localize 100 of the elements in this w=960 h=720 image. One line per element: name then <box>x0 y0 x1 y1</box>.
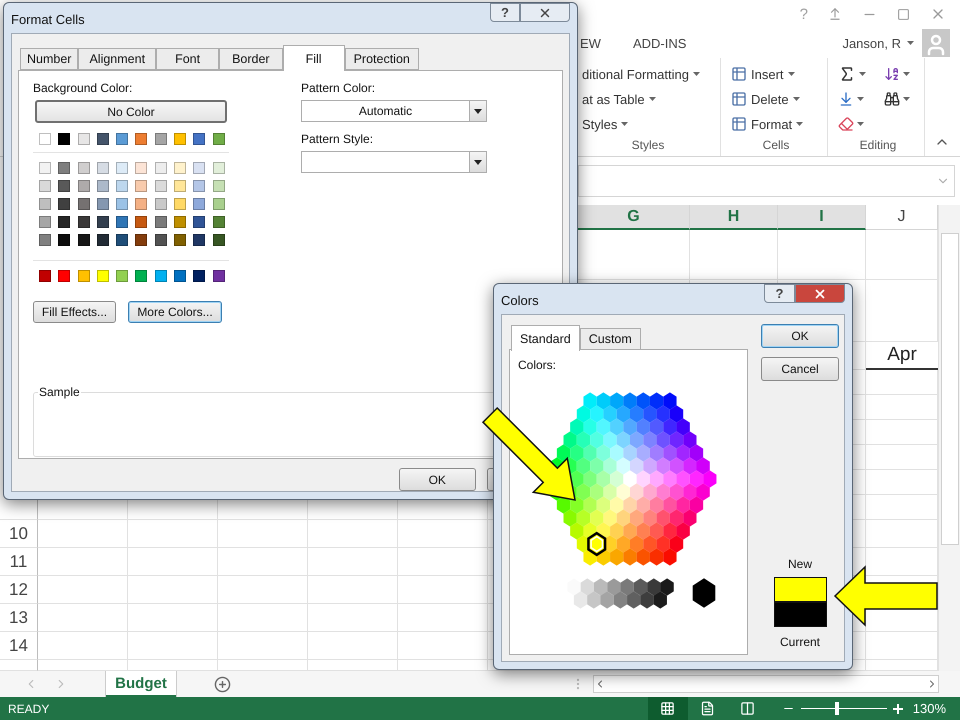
add-sheet-icon[interactable] <box>214 676 231 692</box>
color-swatch[interactable] <box>39 234 51 246</box>
color-swatch[interactable] <box>116 133 128 145</box>
color-swatch[interactable] <box>78 234 90 246</box>
dialog-tab[interactable]: Alignment <box>78 48 156 70</box>
ribbon-command[interactable]: ditional Formatting <box>582 62 714 86</box>
color-swatch[interactable] <box>212 270 225 282</box>
column-header[interactable]: I <box>778 205 866 230</box>
color-swatch[interactable] <box>154 180 167 192</box>
horizontal-scrollbar[interactable] <box>593 675 939 693</box>
color-swatch[interactable] <box>78 180 90 192</box>
help-button[interactable]: ? <box>764 284 795 303</box>
color-swatch[interactable] <box>193 162 206 174</box>
color-swatch[interactable] <box>39 270 51 282</box>
row-number[interactable]: 14 <box>0 632 38 660</box>
user-name[interactable]: Janson, R <box>842 36 901 50</box>
color-swatch[interactable] <box>78 133 90 145</box>
dialog-tab[interactable]: Fill <box>282 45 345 71</box>
color-swatch[interactable] <box>96 234 109 246</box>
color-swatch[interactable] <box>58 133 70 145</box>
color-swatch[interactable] <box>39 198 51 210</box>
no-color-button[interactable]: No Color <box>35 100 227 123</box>
color-swatch[interactable] <box>154 198 167 210</box>
color-swatch[interactable] <box>96 162 109 174</box>
color-swatch[interactable] <box>39 162 51 174</box>
row-number[interactable]: 12 <box>0 576 38 604</box>
color-swatch[interactable] <box>135 133 148 145</box>
color-swatch[interactable] <box>58 162 70 174</box>
color-swatch[interactable] <box>58 216 70 228</box>
zoom-level[interactable]: 130% <box>912 701 946 716</box>
color-swatch[interactable] <box>154 133 167 145</box>
color-swatch[interactable] <box>96 133 109 145</box>
color-swatch[interactable] <box>96 270 109 282</box>
ribbon-command[interactable]: at as Table <box>582 87 714 111</box>
color-swatch[interactable] <box>174 133 186 145</box>
sheet-tab[interactable]: Budget <box>106 671 176 697</box>
ribbon-tab[interactable]: ADD-INS <box>632 36 686 50</box>
vertical-scrollbar[interactable] <box>938 205 960 671</box>
dialog-tab[interactable]: Border <box>219 48 283 70</box>
color-swatch[interactable] <box>212 180 225 192</box>
color-swatch[interactable] <box>116 198 128 210</box>
ribbon-command[interactable]: Insert <box>731 62 821 86</box>
color-swatch[interactable] <box>174 270 186 282</box>
dialog-tab[interactable]: Font <box>156 48 220 70</box>
color-swatch[interactable] <box>135 216 148 228</box>
close-button[interactable] <box>520 3 570 22</box>
color-swatch[interactable] <box>174 198 186 210</box>
row-number[interactable]: 13 <box>0 604 38 632</box>
color-swatch[interactable] <box>116 270 128 282</box>
color-swatch[interactable] <box>58 198 70 210</box>
color-swatch[interactable] <box>154 162 167 174</box>
color-swatch[interactable] <box>78 270 90 282</box>
color-swatch[interactable] <box>174 180 186 192</box>
color-swatch[interactable] <box>212 133 225 145</box>
color-swatch[interactable] <box>78 216 90 228</box>
help-button[interactable]: ? <box>490 3 520 22</box>
color-swatch[interactable] <box>78 198 90 210</box>
ribbon-command[interactable]: Format <box>731 112 821 136</box>
color-swatch[interactable] <box>212 162 225 174</box>
color-swatch[interactable] <box>174 162 186 174</box>
color-swatch[interactable] <box>58 180 70 192</box>
color-swatch[interactable] <box>135 162 148 174</box>
row-number[interactable]: 10 <box>0 520 38 548</box>
color-swatch[interactable] <box>174 234 186 246</box>
pattern-color-dropdown[interactable]: Automatic <box>301 100 487 122</box>
dialog-button[interactable]: Cancel <box>761 357 839 381</box>
ribbon-tab[interactable]: EW <box>580 36 601 50</box>
color-swatch[interactable] <box>193 180 206 192</box>
color-swatch[interactable] <box>193 216 206 228</box>
color-swatch[interactable] <box>174 216 186 228</box>
close-button[interactable] <box>795 284 845 303</box>
color-swatch[interactable] <box>212 216 225 228</box>
color-swatch[interactable] <box>116 180 128 192</box>
column-header[interactable]: G <box>578 205 690 230</box>
color-swatch[interactable] <box>135 234 148 246</box>
color-swatch[interactable] <box>193 234 206 246</box>
color-swatch[interactable] <box>135 198 148 210</box>
color-swatch[interactable] <box>193 133 206 145</box>
color-swatch[interactable] <box>96 216 109 228</box>
color-swatch[interactable] <box>212 234 225 246</box>
maximize-icon[interactable] <box>897 8 910 20</box>
dialog-button[interactable]: Fill Effects... <box>33 301 116 323</box>
color-swatch[interactable] <box>154 216 167 228</box>
color-swatch[interactable] <box>135 180 148 192</box>
color-swatch[interactable] <box>96 198 109 210</box>
view-button[interactable] <box>648 697 688 720</box>
color-swatch[interactable] <box>58 234 70 246</box>
dialog-tab[interactable]: Custom <box>580 328 641 350</box>
ok-button[interactable]: OK <box>399 468 476 491</box>
dialog-tab[interactable]: Number <box>20 48 78 70</box>
color-swatch[interactable] <box>193 198 206 210</box>
ribbon-command[interactable]: Styles <box>582 112 714 136</box>
row-number[interactable]: 11 <box>0 548 38 576</box>
color-swatch[interactable] <box>39 216 51 228</box>
dialog-tab[interactable]: Protection <box>344 48 419 70</box>
dialog-button[interactable]: OK <box>761 324 839 348</box>
color-swatch[interactable] <box>193 270 206 282</box>
column-header[interactable]: H <box>690 205 778 230</box>
column-header[interactable]: J <box>866 205 938 230</box>
color-swatch[interactable] <box>212 198 225 210</box>
